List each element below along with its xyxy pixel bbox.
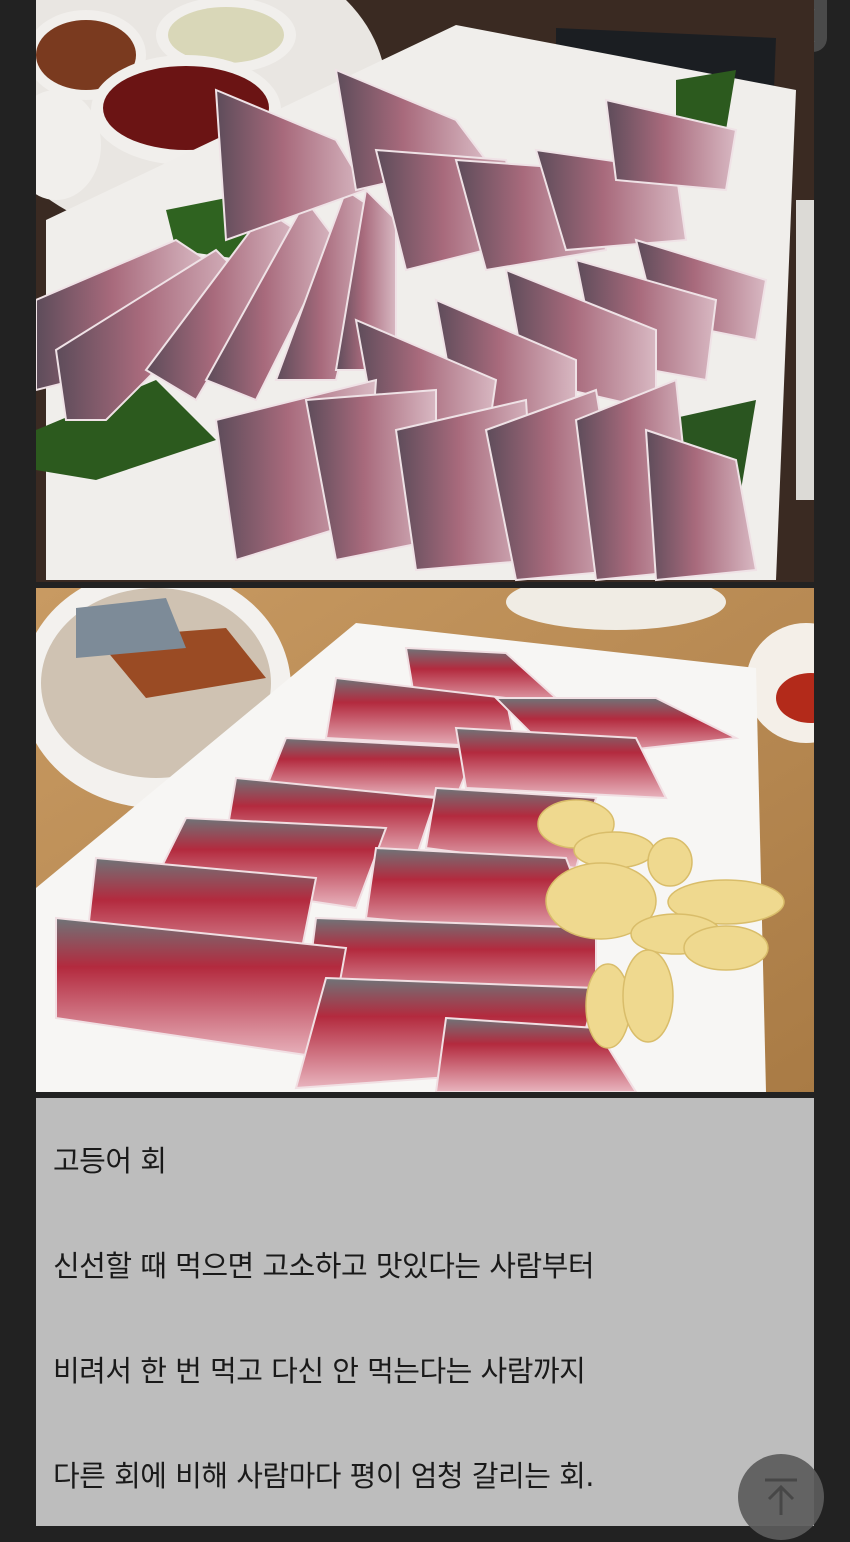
arrow-up-icon <box>765 1478 797 1515</box>
mackerel-sashimi-photo-2 <box>36 588 814 1092</box>
scroll-to-top-button[interactable] <box>738 1454 824 1540</box>
post-paragraph-2: 비려서 한 번 먹고 다신 안 먹는다는 사람까지 <box>53 1354 586 1388</box>
post-title: 고등어 회 <box>53 1144 167 1178</box>
post-paragraph-1: 신선할 때 먹으면 고소하고 맛있다는 사람부터 <box>53 1249 595 1283</box>
food-photo-1 <box>36 0 814 582</box>
post-text-panel: 고등어 회 신선할 때 먹으면 고소하고 맛있다는 사람부터 비려서 한 번 먹… <box>36 1098 814 1526</box>
food-photo-2 <box>36 588 814 1092</box>
mackerel-sashimi-photo-1 <box>36 0 814 582</box>
post-paragraph-3: 다른 회에 비해 사람마다 평이 엄청 갈리는 회. <box>53 1459 595 1493</box>
